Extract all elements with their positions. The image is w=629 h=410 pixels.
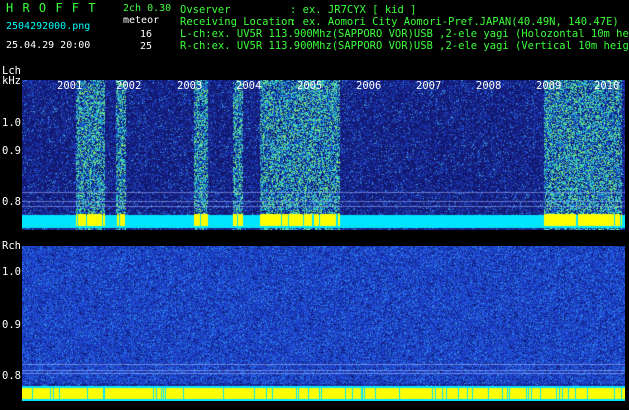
rch-spectrogram <box>22 246 625 401</box>
lch-ytick-0-9: 0.9 <box>2 145 21 157</box>
rch-ytick-0-8: 0.8 <box>2 370 21 382</box>
rch-description: R-ch:ex. UV5R 113.900Mhz(SAPPORO VOR)USB… <box>180 40 629 52</box>
lch-unit-label: kHz <box>2 75 21 87</box>
rch-channel-label: Rch <box>2 240 21 252</box>
year-label-2005: 2005 <box>297 80 323 92</box>
location-label: Receiving Location <box>180 16 294 28</box>
year-label-2007: 2007 <box>416 80 442 92</box>
lch-meteor-count: 16 <box>140 29 153 40</box>
datetime-label: 25.04.29 20:00 <box>6 40 91 51</box>
rch-meteor-count: 25 <box>140 41 153 52</box>
rch-ytick-0-9: 0.9 <box>2 319 21 331</box>
year-label-2006: 2006 <box>356 80 382 92</box>
year-label-2008: 2008 <box>476 80 502 92</box>
year-label-2003: 2003 <box>177 80 203 92</box>
year-label-2009: 2009 <box>536 80 562 92</box>
lch-ytick-0-8: 0.8 <box>2 196 21 208</box>
lch-description: L-ch:ex. UV5R 113.900Mhz(SAPPORO VOR)USB… <box>180 28 629 40</box>
app-title: H R O F F T <box>6 1 97 15</box>
year-label-2001: 2001 <box>57 80 83 92</box>
year-label-2002: 2002 <box>116 80 142 92</box>
filename-label: 2504292000.png <box>6 21 91 32</box>
mode-label: 2ch 0.30 <box>123 3 172 14</box>
observer-label: Ovserver <box>180 4 231 16</box>
location-value: : ex. Aomori City Aomori-Pref.JAPAN(40.4… <box>290 16 619 28</box>
lch-ytick-1-0: 1.0 <box>2 117 21 129</box>
lch-spectrogram <box>22 80 625 230</box>
meteor-label: meteor <box>123 15 160 26</box>
rch-ytick-1-0: 1.0 <box>2 266 21 278</box>
year-label-2010: 2010 <box>594 80 620 92</box>
year-label-2004: 2004 <box>236 80 262 92</box>
observer-value: : ex. JR7CYX [ kid ] <box>290 4 417 16</box>
